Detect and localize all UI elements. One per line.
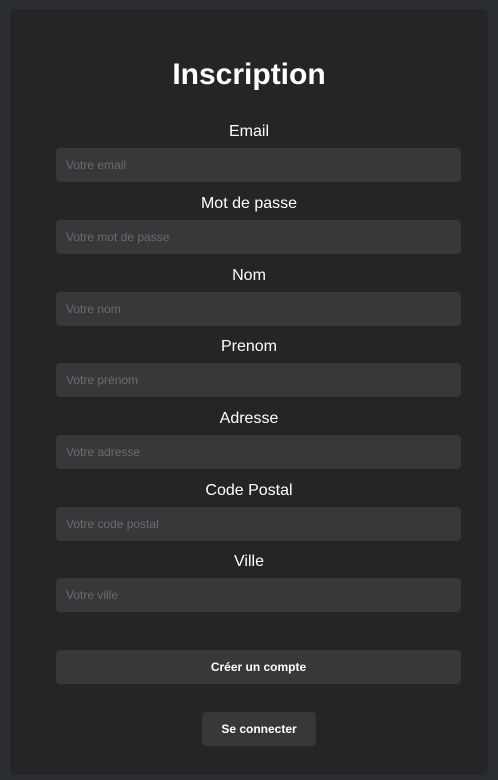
email-field[interactable] (56, 148, 461, 182)
lastname-label: Nom (232, 267, 266, 284)
postal-code-field[interactable] (56, 507, 461, 541)
signup-card: Inscription Email Mot de passe Nom Preno… (10, 9, 488, 775)
city-field[interactable] (56, 578, 461, 612)
email-label: Email (228, 123, 269, 140)
login-button[interactable]: Se connecter (202, 712, 316, 746)
create-account-button[interactable]: Créer un compte (56, 650, 461, 684)
address-label: Adresse (219, 410, 279, 427)
postal-code-label: Code Postal (205, 482, 293, 499)
address-field[interactable] (56, 435, 461, 469)
firstname-field[interactable] (56, 363, 461, 397)
city-label: Ville (234, 553, 264, 570)
password-label: Mot de passe (200, 195, 298, 212)
firstname-label: Prenom (220, 338, 278, 355)
password-field[interactable] (56, 220, 461, 254)
page-title: Inscription (172, 58, 326, 91)
lastname-field[interactable] (56, 292, 461, 326)
